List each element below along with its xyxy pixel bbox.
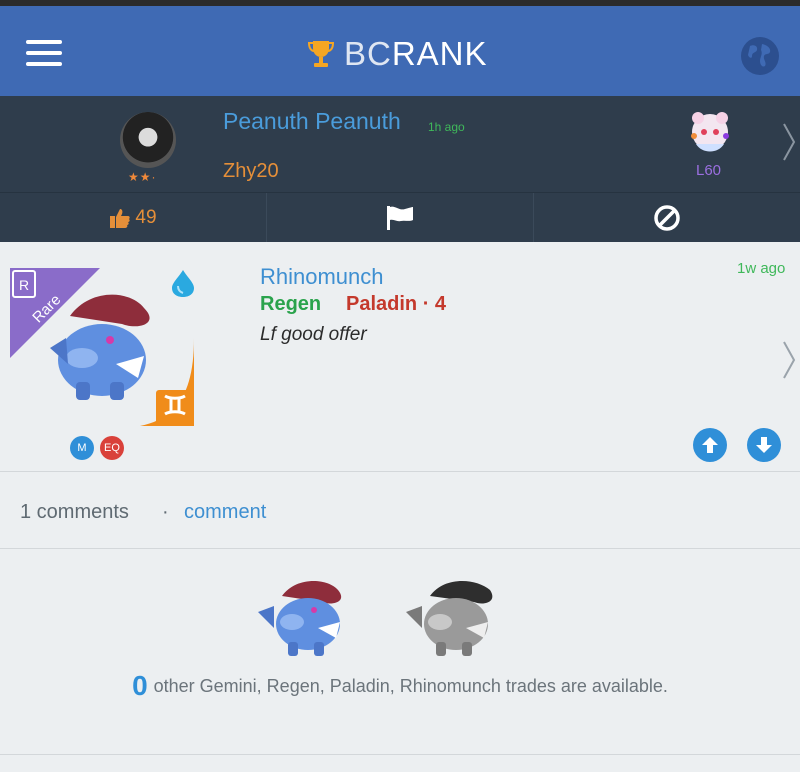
badge-m: M bbox=[70, 436, 94, 460]
related-description: other Gemini, Regen, Paladin, Rhinomunch… bbox=[153, 676, 668, 696]
globe-icon[interactable] bbox=[740, 36, 780, 76]
app-header: BCRANK bbox=[0, 6, 800, 96]
related-trades-text: 0 other Gemini, Regen, Paladin, Rhinomunc… bbox=[0, 670, 800, 702]
related-count[interactable]: 0 bbox=[132, 670, 148, 701]
chevron-right-icon[interactable] bbox=[782, 122, 796, 162]
arrow-down-icon bbox=[756, 437, 772, 453]
rarity-letter: R bbox=[19, 277, 29, 293]
comments-count: 1 comments bbox=[20, 501, 129, 523]
brand-rank: RANK bbox=[391, 35, 488, 72]
post-actions-bar: 49 bbox=[0, 192, 800, 242]
monster-level: L60 bbox=[696, 162, 722, 179]
author-name[interactable]: Peanuth Peanuth bbox=[223, 108, 401, 135]
arrow-up-icon bbox=[702, 437, 718, 453]
comments-separator: · bbox=[162, 501, 169, 523]
water-drop-icon bbox=[172, 270, 194, 297]
monster-name[interactable]: Rhinomunch bbox=[260, 264, 384, 290]
related-monster-gray[interactable] bbox=[400, 572, 500, 662]
badge-eq: EQ bbox=[100, 436, 124, 460]
chevron-right-icon[interactable] bbox=[782, 340, 796, 380]
post-author-strip[interactable]: ★★· Peanuth Peanuth 1h ago Zhy20 L60 bbox=[0, 96, 800, 192]
flag-button[interactable] bbox=[267, 193, 534, 242]
related-trades: 0 other Gemini, Regen, Paladin, Rhinomunc… bbox=[0, 550, 800, 755]
author-monster-icon[interactable] bbox=[688, 106, 732, 160]
monster-class: Paladin · 4 bbox=[346, 293, 447, 315]
trade-note: Lf good offer bbox=[260, 324, 367, 345]
related-monster-colored[interactable] bbox=[252, 572, 352, 662]
block-icon bbox=[654, 204, 680, 231]
post-time: 1h ago bbox=[428, 120, 465, 134]
trade-time: 1w ago bbox=[737, 260, 786, 277]
comments-bar: 1 comments · comment bbox=[0, 473, 800, 549]
thumbs-up-icon bbox=[110, 208, 131, 228]
brand-logo[interactable]: BCRANK bbox=[308, 34, 488, 74]
gemini-icon bbox=[164, 394, 186, 416]
block-button[interactable] bbox=[534, 193, 800, 242]
avatar[interactable] bbox=[120, 112, 176, 168]
flag-icon bbox=[387, 205, 413, 230]
like-count: 49 bbox=[135, 206, 157, 228]
trade-card[interactable]: R Rare M EQ Rhinomunch Regen Paladin · 4… bbox=[0, 250, 800, 472]
trophy-icon bbox=[308, 41, 334, 67]
hamburger-menu-icon[interactable] bbox=[26, 40, 64, 66]
brand-bc: BC bbox=[344, 35, 392, 72]
like-button[interactable]: 49 bbox=[0, 193, 267, 242]
downvote-button[interactable] bbox=[747, 428, 781, 462]
upvote-button[interactable] bbox=[693, 428, 727, 462]
comment-link[interactable]: comment bbox=[184, 501, 266, 524]
author-subtitle: Zhy20 bbox=[223, 160, 279, 182]
author-stars: ★★· bbox=[128, 170, 157, 184]
monster-trait: Regen bbox=[260, 293, 322, 315]
